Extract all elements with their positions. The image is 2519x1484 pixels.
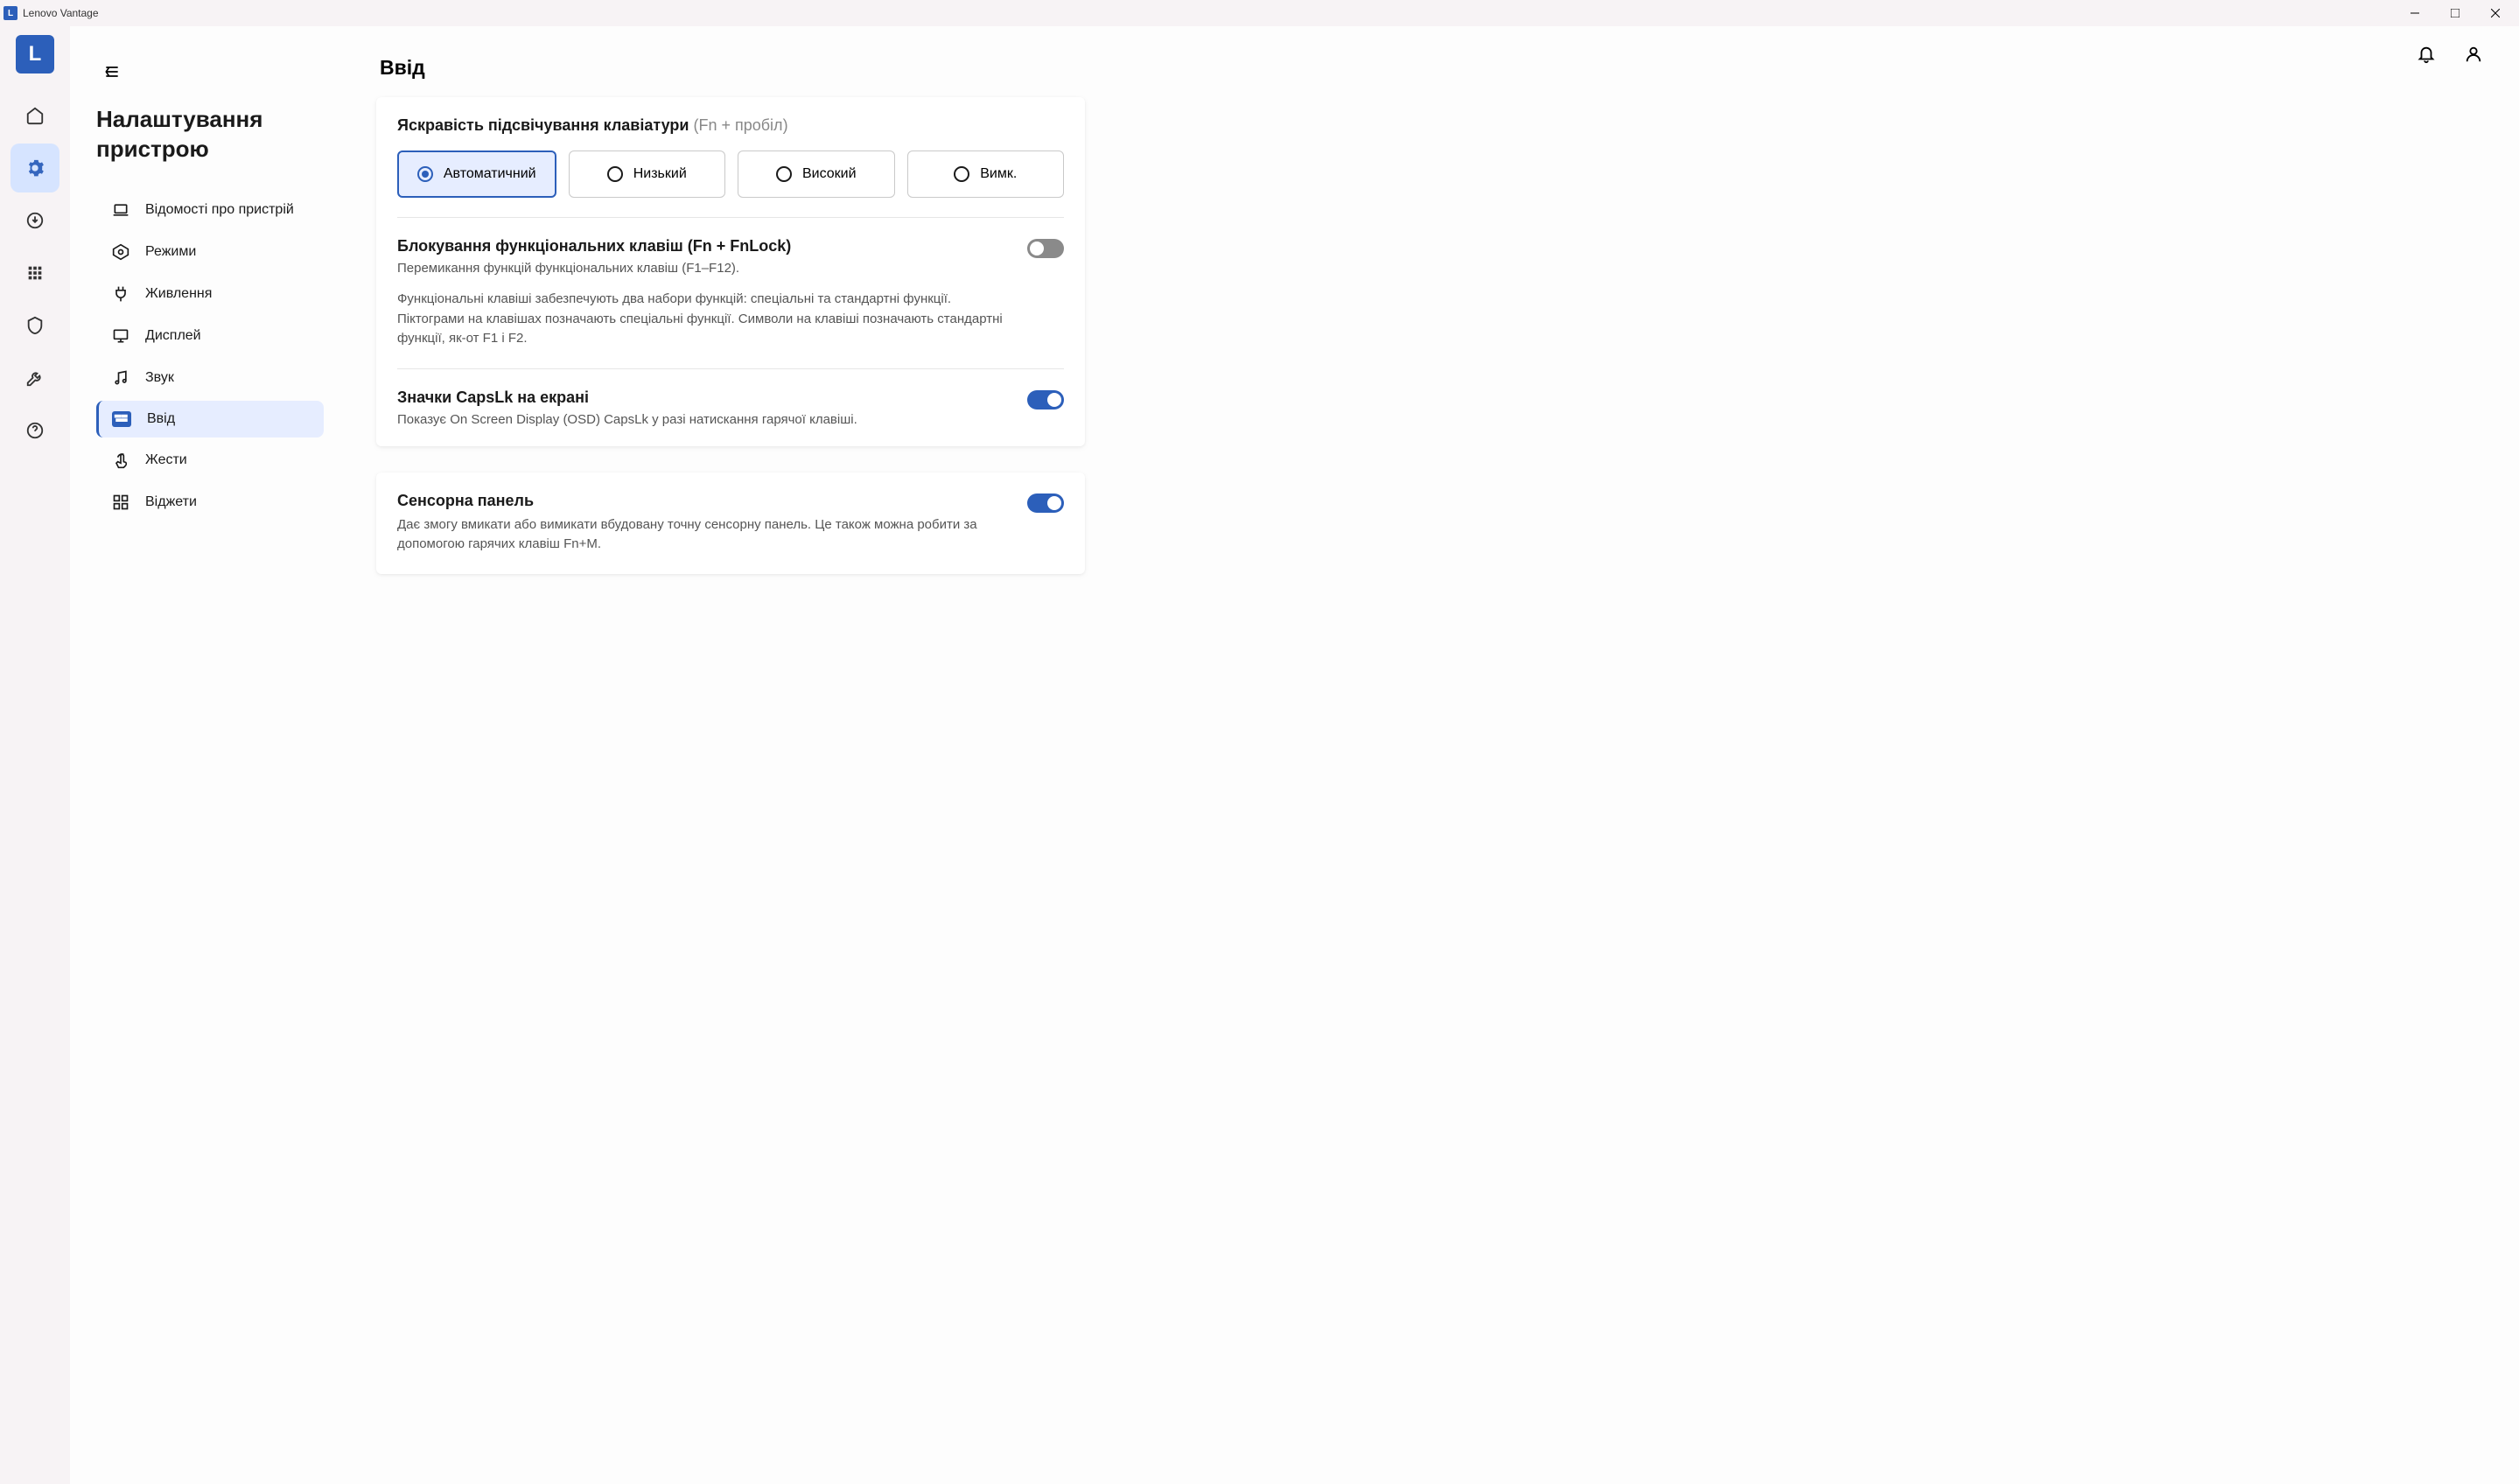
settings-title: Налаштування пристрою — [96, 105, 324, 164]
keyboard-icon — [112, 411, 131, 427]
settings-nav: Налаштування пристрою Відомості про прис… — [96, 56, 324, 1484]
nav-gestures[interactable]: Жести — [96, 441, 324, 480]
sidebar-security[interactable] — [10, 301, 59, 350]
divider — [397, 217, 1064, 218]
sidebar-home[interactable] — [10, 91, 59, 140]
card-backlight-and-keys: Яскравість підсвічування клавіатури (Fn … — [376, 97, 1085, 446]
fnlock-subtitle: Перемикання функцій функціональних клаві… — [397, 261, 1010, 276]
maximize-button[interactable] — [2435, 0, 2475, 26]
lenovo-logo[interactable]: L — [16, 35, 54, 74]
nav-widgets[interactable]: Віджети — [96, 483, 324, 522]
sidebar-tools[interactable] — [10, 354, 59, 402]
capslk-subtitle: Показує On Screen Display (OSD) CapsLk у… — [397, 412, 1010, 427]
laptop-icon — [112, 201, 129, 219]
account-icon[interactable] — [2463, 44, 2484, 65]
radio-icon — [954, 166, 969, 182]
window-title: Lenovo Vantage — [23, 7, 99, 19]
backlight-option-off[interactable]: Вимк. — [907, 150, 1065, 198]
nav-input[interactable]: Ввід — [96, 401, 324, 438]
backlight-options: Автоматичний Низький Високий Вимк. — [397, 150, 1064, 198]
notifications-icon[interactable] — [2416, 44, 2437, 65]
nav-display[interactable]: Дисплей — [96, 317, 324, 355]
sidebar: L — [0, 26, 70, 1484]
minimize-button[interactable] — [2395, 0, 2435, 26]
nav-modes[interactable]: Режими — [96, 233, 324, 271]
app-icon: L — [3, 6, 17, 20]
backlight-option-high[interactable]: Високий — [738, 150, 895, 198]
nav-power[interactable]: Живлення — [96, 275, 324, 313]
music-icon — [112, 369, 129, 387]
sidebar-help[interactable] — [10, 406, 59, 455]
capslk-toggle[interactable] — [1027, 390, 1064, 410]
plug-icon — [112, 285, 129, 303]
title-bar: L Lenovo Vantage — [0, 0, 2519, 26]
nav-collapse-toggle[interactable] — [96, 56, 128, 88]
fnlock-desc: Функціональні клавіші забезпечують два н… — [397, 290, 1010, 349]
main-content: Ввід Яскравість підсвічування клавіатури… — [324, 56, 1111, 1484]
nav-sound[interactable]: Звук — [96, 359, 324, 397]
touch-icon — [112, 452, 129, 469]
sidebar-apps[interactable] — [10, 248, 59, 298]
nav-device-info[interactable]: Відомості про пристрій — [96, 191, 324, 229]
radio-icon — [607, 166, 623, 182]
radio-icon — [417, 166, 433, 182]
touchpad-toggle[interactable] — [1027, 494, 1064, 513]
touchpad-desc: Дає змогу вмикати або вимикати вбудовану… — [397, 515, 1010, 555]
backlight-option-low[interactable]: Низький — [569, 150, 726, 198]
touchpad-title: Сенсорна панель — [397, 492, 1010, 510]
sidebar-settings[interactable] — [10, 144, 59, 192]
fnlock-title: Блокування функціональних клавіш (Fn + F… — [397, 237, 1010, 256]
backlight-title: Яскравість підсвічування клавіатури (Fn … — [397, 116, 1064, 135]
sidebar-download[interactable] — [10, 196, 59, 245]
card-touchpad: Сенсорна панель Дає змогу вмикати або ви… — [376, 472, 1085, 574]
radio-icon — [776, 166, 792, 182]
capslk-title: Значки CapsLk на екрані — [397, 388, 1010, 407]
fnlock-toggle[interactable] — [1027, 239, 1064, 258]
close-button[interactable] — [2475, 0, 2516, 26]
widgets-icon — [112, 494, 129, 511]
divider — [397, 368, 1064, 369]
page-title: Ввід — [376, 56, 1085, 80]
target-icon — [112, 243, 129, 261]
backlight-option-auto[interactable]: Автоматичний — [397, 150, 556, 198]
monitor-icon — [112, 327, 129, 345]
